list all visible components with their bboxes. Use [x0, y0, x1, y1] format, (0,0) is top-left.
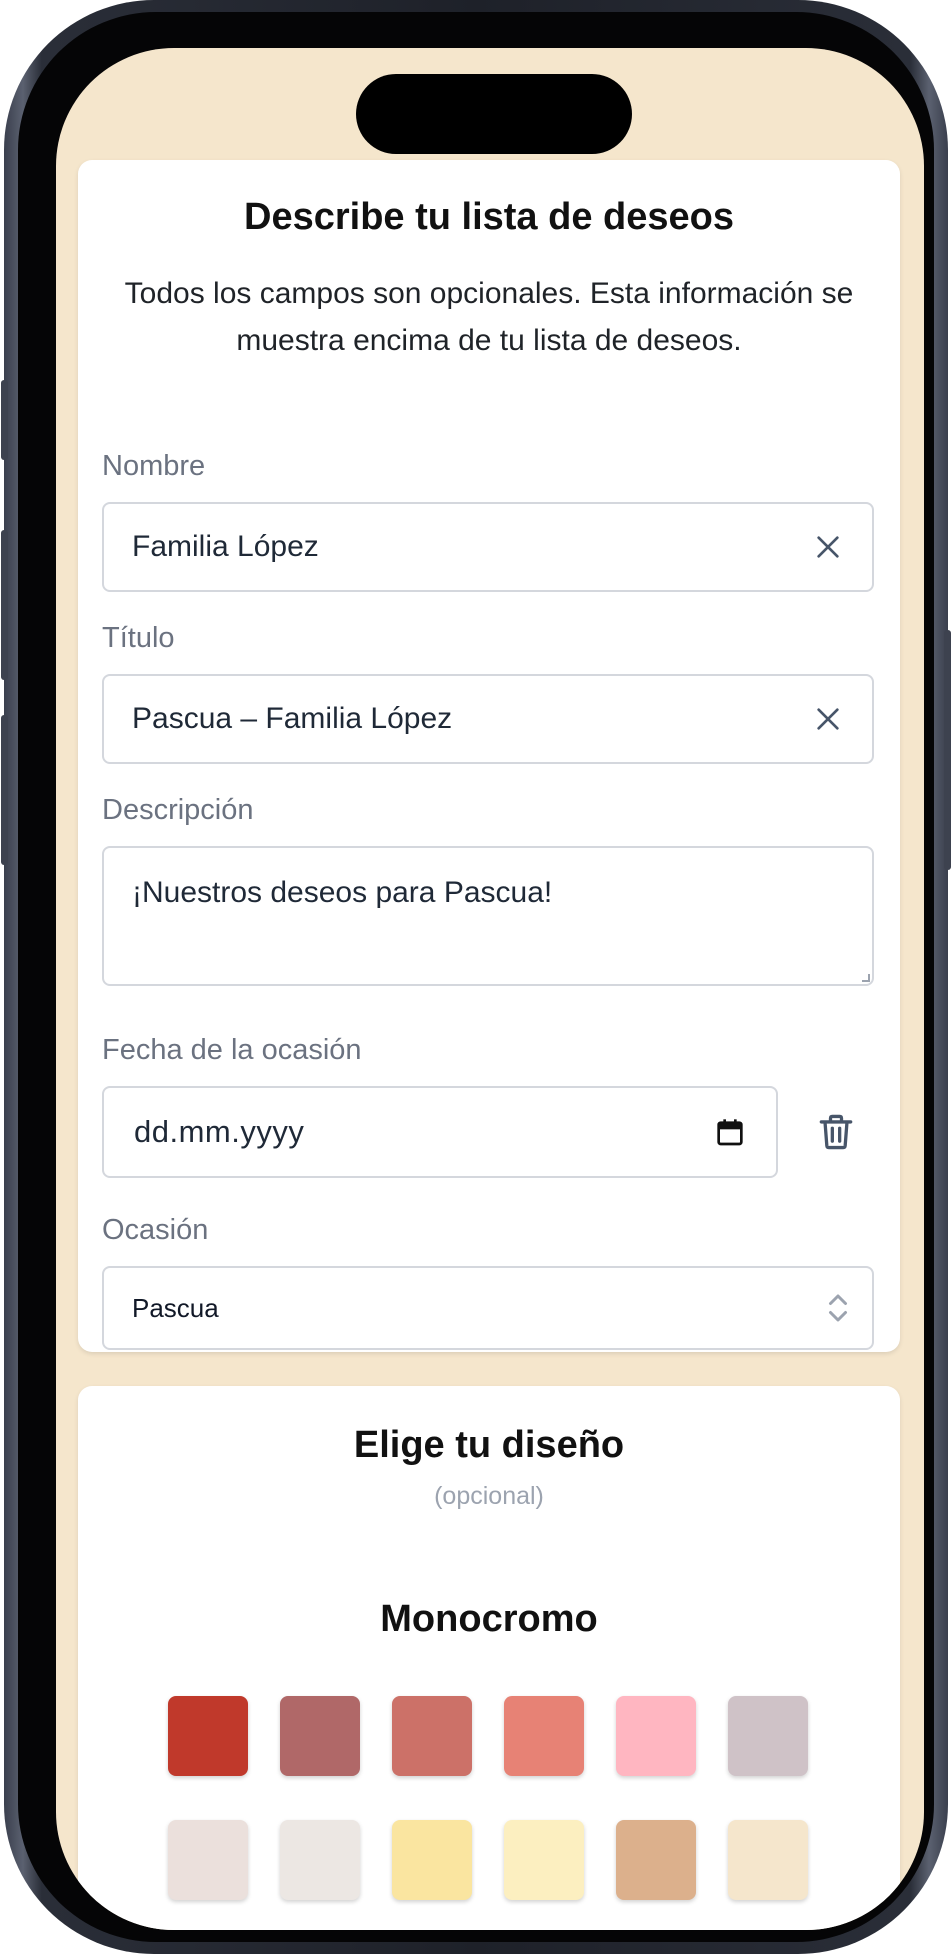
clear-title-button[interactable] [806, 697, 850, 741]
title-value: Pascua – Familia López [132, 702, 453, 735]
occasion-value: Pascua [132, 1293, 219, 1323]
occasion-label: Ocasión [102, 1214, 209, 1246]
date-label: Fecha de la ocasión [102, 1034, 362, 1066]
name-label: Nombre [102, 450, 206, 482]
card-title: Describe tu lista de deseos [244, 196, 734, 238]
title-field[interactable]: Pascua – Familia López [102, 674, 874, 764]
color-swatch[interactable] [504, 1696, 584, 1776]
color-swatch[interactable] [728, 1820, 808, 1900]
title-label: Título [102, 622, 175, 654]
close-icon [817, 708, 839, 730]
color-swatch[interactable] [168, 1696, 248, 1776]
color-swatch[interactable] [280, 1820, 360, 1900]
resize-handle[interactable] [862, 974, 870, 982]
design-subtitle: (opcional) [434, 1482, 544, 1510]
power-button [944, 630, 951, 870]
screen: Describe tu lista de deseos Todos los ca… [56, 48, 924, 1930]
name-value: Familia López [132, 530, 319, 563]
color-swatch[interactable] [616, 1696, 696, 1776]
clear-name-button[interactable] [806, 525, 850, 569]
color-swatch[interactable] [280, 1696, 360, 1776]
date-placeholder: dd.mm.yyyy [134, 1114, 305, 1149]
trash-icon [819, 1114, 853, 1150]
description-textarea[interactable]: ¡Nuestros deseos para Pascua! [102, 846, 874, 986]
calendar-icon[interactable] [714, 1116, 746, 1148]
volume-up-button [1, 530, 8, 680]
color-swatch[interactable] [616, 1820, 696, 1900]
occasion-select[interactable]: Pascua [102, 1266, 874, 1350]
bezel: Describe tu lista de deseos Todos los ca… [18, 12, 934, 1942]
phone-frame: Describe tu lista de deseos Todos los ca… [1, 0, 951, 1954]
clear-date-button[interactable] [808, 1104, 864, 1160]
card-intro: Todos los campos son opcionales. Esta in… [124, 277, 854, 357]
date-input[interactable]: dd.mm.yyyy [102, 1086, 778, 1178]
color-swatch[interactable] [728, 1696, 808, 1776]
design-card: Elige tu diseño (opcional) Monocromo [78, 1386, 900, 1930]
close-icon [817, 536, 839, 558]
description-value: ¡Nuestros deseos para Pascua! [132, 876, 553, 909]
design-title: Elige tu diseño [353, 1424, 625, 1466]
description-label: Descripción [102, 794, 254, 826]
color-swatch[interactable] [504, 1820, 584, 1900]
section-title-monochrome: Monocromo [380, 1598, 598, 1640]
color-swatch[interactable] [168, 1820, 248, 1900]
color-swatch[interactable] [392, 1820, 472, 1900]
chevron-updown-icon [829, 1294, 847, 1322]
name-field[interactable]: Familia López [102, 502, 874, 592]
color-swatch[interactable] [392, 1696, 472, 1776]
volume-down-button [1, 715, 8, 865]
action-button [1, 380, 8, 460]
wishlist-details-card: Describe tu lista de deseos Todos los ca… [78, 160, 900, 1352]
dynamic-island [356, 74, 632, 154]
